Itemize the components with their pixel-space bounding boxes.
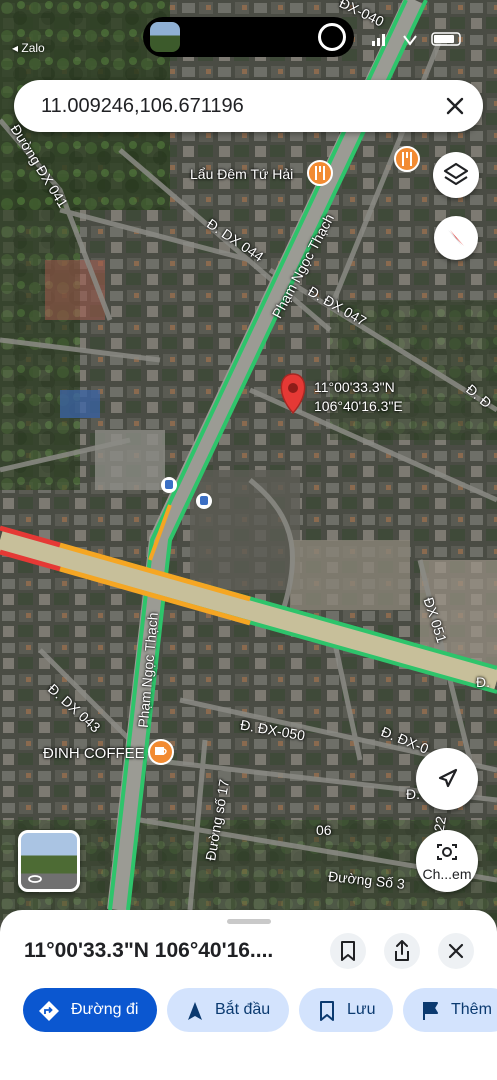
place-title: 11°00'33.3"N 106°40'16.... <box>24 939 274 962</box>
pin-latitude: 11°00'33.3"N <box>314 379 395 395</box>
drag-handle[interactable] <box>227 919 271 924</box>
compass-button[interactable] <box>434 216 478 260</box>
poi-label[interactable]: ĐINH COFFEE <box>43 745 145 762</box>
close-icon <box>448 943 464 959</box>
start-label: Bắt đầu <box>215 1001 271 1018</box>
bus-stop-icon[interactable] <box>196 493 212 509</box>
wifi-icon <box>403 35 417 46</box>
my-location-button[interactable] <box>416 748 478 810</box>
restaurant-marker-icon[interactable] <box>307 160 333 186</box>
restaurant-marker-icon[interactable] <box>394 146 420 172</box>
signal-icon <box>372 34 385 46</box>
close-sheet-button[interactable] <box>438 933 474 969</box>
record-indicator-icon <box>318 23 346 51</box>
status-icons <box>372 32 461 46</box>
layers-button[interactable] <box>433 152 479 198</box>
rotate-360-icon <box>28 875 42 883</box>
save-label: Lưu <box>347 1001 376 1018</box>
compass-icon <box>448 230 464 246</box>
start-button[interactable]: Bắt đầu <box>167 988 289 1032</box>
close-icon[interactable] <box>443 94 467 118</box>
dynamic-island[interactable] <box>143 17 354 57</box>
more-button[interactable]: Thêm <box>403 988 497 1032</box>
navigation-arrow-icon <box>438 768 458 788</box>
save-button[interactable]: Lưu <box>299 988 393 1032</box>
back-to-app-link[interactable]: ◂ Zalo <box>12 41 45 55</box>
bookmark-icon <box>320 1001 334 1021</box>
search-bar[interactable]: 11.009246,106.671196 <box>14 80 483 132</box>
share-button[interactable] <box>384 933 420 969</box>
navigation-arrow-icon <box>188 1002 202 1020</box>
lens-button[interactable] <box>416 830 478 892</box>
lens-label[interactable]: Ch...em <box>412 866 482 882</box>
more-label: Thêm <box>451 1001 492 1018</box>
street-label: 06 <box>316 822 332 838</box>
bus-stop-icon[interactable] <box>161 477 177 493</box>
directions-button[interactable]: Đường đi <box>23 988 157 1032</box>
media-thumbnail <box>150 22 180 52</box>
street-label: Đ. <box>476 674 490 690</box>
camera-lens-icon <box>437 844 457 860</box>
share-icon <box>395 940 409 961</box>
street-view-thumbnail[interactable] <box>18 830 80 892</box>
bookmark-icon <box>341 941 355 961</box>
status-bar: ◂ Zalo <box>0 0 497 70</box>
directions-label: Đường đi <box>71 1001 139 1018</box>
battery-icon <box>431 32 461 46</box>
flag-icon <box>423 1002 438 1020</box>
action-chips: Đường đi Bắt đầu Lưu Thêm <box>23 988 497 1034</box>
pin-coordinates-label: 11°00'33.3"N 106°40'16.3"E <box>314 378 403 416</box>
save-bookmark-button[interactable] <box>330 933 366 969</box>
pin-longitude: 106°40'16.3"E <box>314 398 403 414</box>
cafe-marker-icon[interactable] <box>148 739 174 765</box>
layers-icon <box>443 162 469 186</box>
search-query[interactable]: 11.009246,106.671196 <box>41 95 244 118</box>
directions-icon <box>39 1001 59 1021</box>
place-bottom-sheet[interactable]: 11°00'33.3"N 106°40'16.... Đường đi Bắt … <box>0 910 497 1080</box>
poi-label[interactable]: Lẩu Đêm Tứ Hải <box>190 166 293 182</box>
